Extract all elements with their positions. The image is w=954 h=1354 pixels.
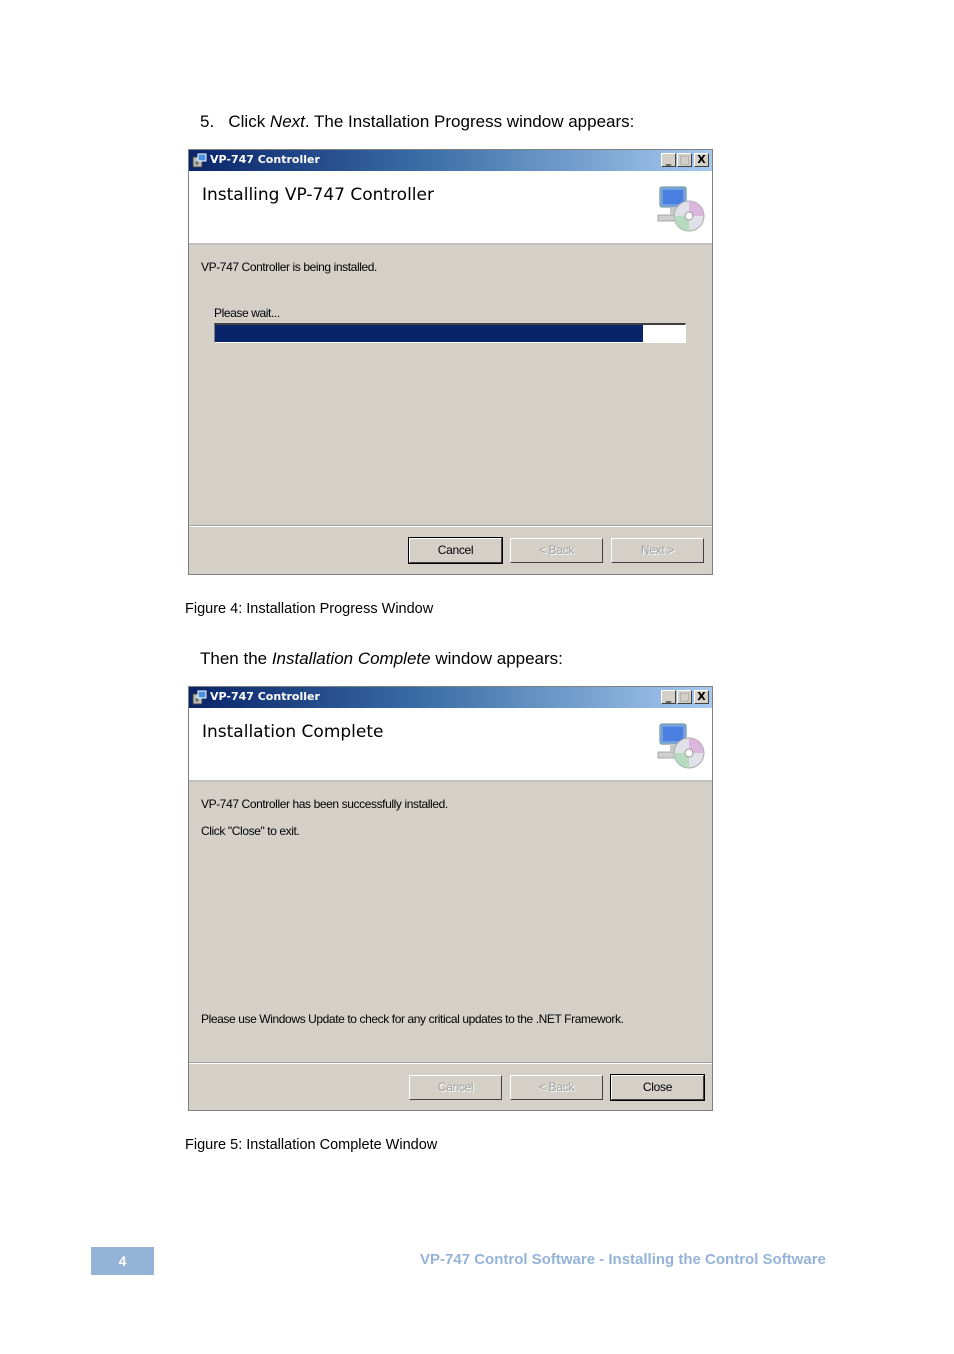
close-window-button[interactable]: X: [694, 153, 709, 167]
back-button[interactable]: < Back: [510, 538, 603, 563]
cancel-button[interactable]: Cancel: [409, 1075, 502, 1100]
computer-cd-icon: [657, 723, 705, 769]
progress-label: Please wait...: [214, 306, 280, 320]
installer-icon: [192, 690, 207, 705]
close-button[interactable]: Close: [610, 1074, 705, 1101]
window-title: VP-747 Controller: [210, 153, 320, 166]
computer-cd-icon: [657, 186, 705, 232]
close-window-button[interactable]: X: [694, 690, 709, 704]
footer-title: VP-747 Control Software - Installing the…: [420, 1251, 826, 1268]
installer-icon: [192, 153, 207, 168]
figure-5-caption: Figure 5: Installation Complete Window: [185, 1137, 438, 1153]
windows-update-note: Please use Windows Update to check for a…: [201, 1012, 624, 1026]
install-status-text: VP-747 Controller is being installed.: [201, 260, 377, 274]
wizard-header-title: Installation Complete: [202, 722, 384, 742]
title-bar[interactable]: VP-747 Controller _ □ X: [189, 687, 712, 708]
wizard-header: Installation Complete: [189, 708, 712, 782]
wizard-header-title: Installing VP-747 Controller: [202, 185, 434, 205]
figure-4-caption: Figure 4: Installation Progress Window: [185, 601, 434, 617]
installation-progress-window: VP-747 Controller _ □ X Installing VP-74…: [188, 149, 713, 575]
step-then-instruction: Then the Installation Complete window ap…: [200, 649, 563, 668]
progress-bar-fill: [215, 325, 643, 342]
minimize-button[interactable]: _: [661, 690, 676, 704]
step-number: 5.: [200, 112, 215, 131]
button-separator: [189, 1062, 712, 1064]
step-5-instruction: 5. Click Next. The Installation Progress…: [200, 112, 635, 131]
page-number: 4: [91, 1247, 154, 1275]
window-title: VP-747 Controller: [210, 690, 320, 703]
wizard-header: Installing VP-747 Controller: [189, 171, 712, 245]
cancel-button[interactable]: Cancel: [408, 537, 503, 564]
minimize-button[interactable]: _: [661, 153, 676, 167]
maximize-button[interactable]: □: [677, 690, 692, 704]
close-instruction: Click "Close" to exit.: [201, 824, 300, 838]
maximize-button[interactable]: □: [677, 153, 692, 167]
back-button[interactable]: < Back: [510, 1075, 603, 1100]
button-separator: [189, 525, 712, 527]
next-button[interactable]: Next >: [611, 538, 704, 563]
title-bar[interactable]: VP-747 Controller _ □ X: [189, 150, 712, 171]
installation-complete-window: VP-747 Controller _ □ X Installation Com…: [188, 686, 713, 1111]
installation-progress-bar: [214, 323, 686, 343]
success-message: VP-747 Controller has been successfully …: [201, 797, 448, 811]
